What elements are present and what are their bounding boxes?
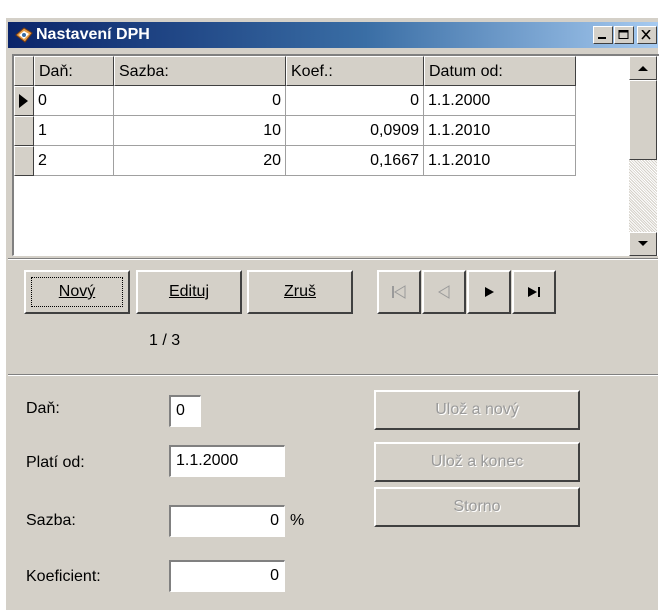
current-row-icon: [19, 94, 28, 108]
maximize-button[interactable]: [614, 26, 634, 44]
table-cell[interactable]: 1: [34, 116, 114, 146]
vat-grid[interactable]: Daň: Sazba: Koef.: Datum od: 0 0 0 1.1.2…: [12, 54, 659, 256]
previous-record-button[interactable]: [422, 270, 466, 314]
cancel-label: Storno: [453, 498, 501, 515]
last-record-button[interactable]: [512, 270, 556, 314]
last-record-icon: [528, 287, 540, 297]
focus-rect: [26, 272, 128, 312]
table-cell[interactable]: 0: [34, 86, 114, 116]
scroll-thumb[interactable]: [629, 80, 657, 160]
column-header-koef[interactable]: Koef.:: [286, 56, 424, 86]
edit-button[interactable]: Edituj: [136, 270, 242, 314]
column-header-datum[interactable]: Datum od:: [424, 56, 576, 86]
cancel-button[interactable]: Storno: [374, 487, 580, 527]
scroll-up-button[interactable]: [629, 56, 657, 80]
maximize-icon: [618, 30, 629, 39]
record-position: 1 / 3: [149, 332, 181, 349]
vertical-scrollbar[interactable]: [629, 56, 657, 256]
minimize-icon: [598, 37, 606, 39]
first-record-icon: [392, 285, 406, 299]
table-cell[interactable]: 20: [114, 146, 286, 176]
sazba-unit: %: [290, 512, 305, 529]
scroll-down-button[interactable]: [629, 232, 657, 256]
grid-corner: [14, 56, 34, 86]
close-button[interactable]: [637, 26, 657, 44]
minimize-button[interactable]: [593, 26, 613, 44]
table-cell[interactable]: 0,1667: [286, 146, 424, 176]
dan-field[interactable]: 0: [169, 395, 201, 427]
delete-button[interactable]: Zruš: [247, 270, 353, 314]
plati-od-field[interactable]: 1.1.2000: [169, 445, 285, 477]
save-and-close-button[interactable]: Ulož a konec: [374, 442, 580, 482]
edit-button-label: Edituj: [168, 283, 210, 300]
table-cell[interactable]: 0,0909: [286, 116, 424, 146]
row-indicator[interactable]: [14, 146, 34, 176]
koeficient-field[interactable]: 0: [169, 560, 285, 592]
column-header-dan[interactable]: Daň:: [34, 56, 114, 86]
table-cell[interactable]: 0: [286, 86, 424, 116]
divider: [8, 374, 658, 376]
sazba-label: Sazba:: [26, 512, 76, 529]
table-cell[interactable]: 1.1.2010: [424, 146, 576, 176]
app-icon: [15, 27, 33, 43]
table-cell[interactable]: 2: [34, 146, 114, 176]
arrow-up-icon: [638, 66, 648, 71]
previous-record-icon: [438, 285, 450, 299]
row-indicator[interactable]: [14, 86, 34, 116]
save-and-new-button[interactable]: Ulož a nový: [374, 390, 580, 430]
table-cell[interactable]: 1.1.2010: [424, 116, 576, 146]
scroll-track[interactable]: [629, 160, 657, 232]
column-header-sazba[interactable]: Sazba:: [114, 56, 286, 86]
arrow-down-icon: [638, 241, 648, 246]
save-and-close-label: Ulož a konec: [430, 453, 524, 470]
close-icon: [641, 30, 651, 40]
table-cell[interactable]: 0: [114, 86, 286, 116]
table-cell[interactable]: 10: [114, 116, 286, 146]
next-record-button[interactable]: [467, 270, 511, 314]
next-record-icon: [485, 287, 494, 297]
koeficient-label: Koeficient:: [26, 568, 101, 585]
divider: [8, 258, 658, 260]
save-and-new-label: Ulož a nový: [435, 401, 519, 418]
delete-button-label: Zruš: [284, 283, 316, 300]
new-button[interactable]: Nový: [24, 270, 130, 314]
plati-od-label: Platí od:: [26, 454, 85, 471]
first-record-button[interactable]: [377, 270, 421, 314]
window-title: Nastavení DPH: [36, 26, 150, 43]
table-cell[interactable]: 1.1.2000: [424, 86, 576, 116]
row-indicator[interactable]: [14, 116, 34, 146]
dan-label: Daň:: [26, 400, 60, 417]
sazba-field[interactable]: 0: [169, 505, 285, 537]
